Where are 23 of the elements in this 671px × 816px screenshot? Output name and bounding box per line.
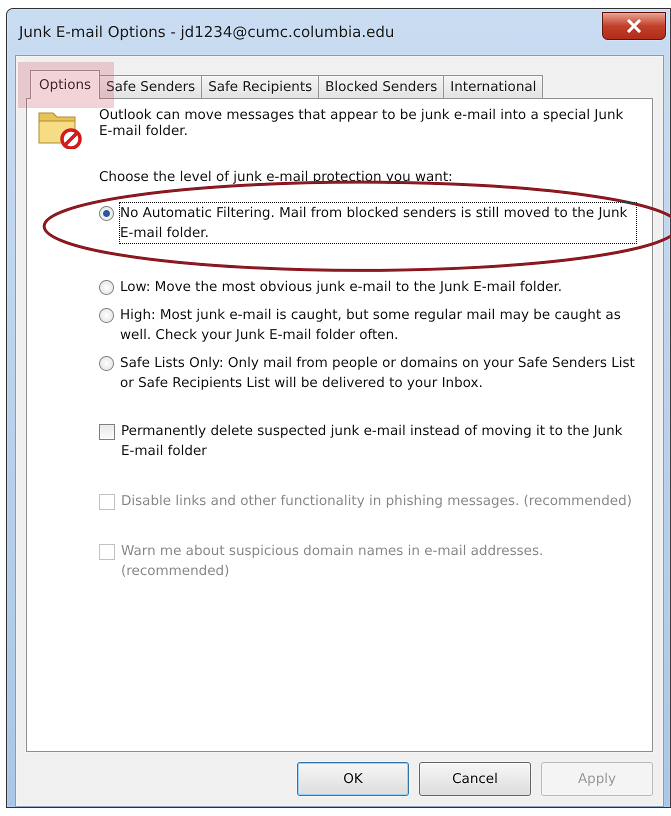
checkbox-label: Disable links and other functionality in phishing messages. (recommended) xyxy=(121,492,632,511)
tab[interactable]: Options xyxy=(30,70,100,99)
dialog-button[interactable]: Cancel xyxy=(419,762,531,796)
tab[interactable]: Safe Recipients xyxy=(201,75,320,98)
dialog-button[interactable]: OK xyxy=(297,762,409,796)
radio-label: Low: Move the most obvious junk e-mail to the Junk E-mail folder. xyxy=(120,278,562,297)
window-title: Junk E-mail Options - jd1234@cumc.columbia.edu xyxy=(17,23,394,41)
close-icon xyxy=(626,19,642,33)
radio-button[interactable] xyxy=(99,356,114,371)
radio-button[interactable] xyxy=(99,206,114,221)
tab[interactable]: Blocked Senders xyxy=(318,75,444,98)
tab[interactable]: Safe Senders xyxy=(99,75,202,98)
radio-label: High: Most junk e-mail is caught, but some regular mail may be caught as well. Check your Junk E-mail folder often. xyxy=(120,306,622,345)
checkbox[interactable] xyxy=(99,424,115,440)
radio-button[interactable] xyxy=(99,308,114,323)
tab[interactable]: International xyxy=(443,75,544,98)
radio-label: No Automatic Filtering. Mail from blocked senders is still moved to the Junk E-mail folder. xyxy=(120,203,636,243)
intro-text: Outlook can move messages that appear to be junk e-mail into a special Junk E-mail folder. xyxy=(99,107,624,139)
checkbox-label: Warn me about suspicious domain names in e-mail addresses. (recommended) xyxy=(121,542,544,581)
close-button[interactable] xyxy=(602,12,666,40)
radio-button[interactable] xyxy=(99,280,114,295)
radio-label: Safe Lists Only: Only mail from people or domains on your Safe Senders List or Safe Recipients List will be delivered to your Inbox. xyxy=(120,354,636,393)
checkbox-label: Permanently delete suspected junk e-mail instead of moving it to the Junk E-mail folder xyxy=(121,422,624,461)
